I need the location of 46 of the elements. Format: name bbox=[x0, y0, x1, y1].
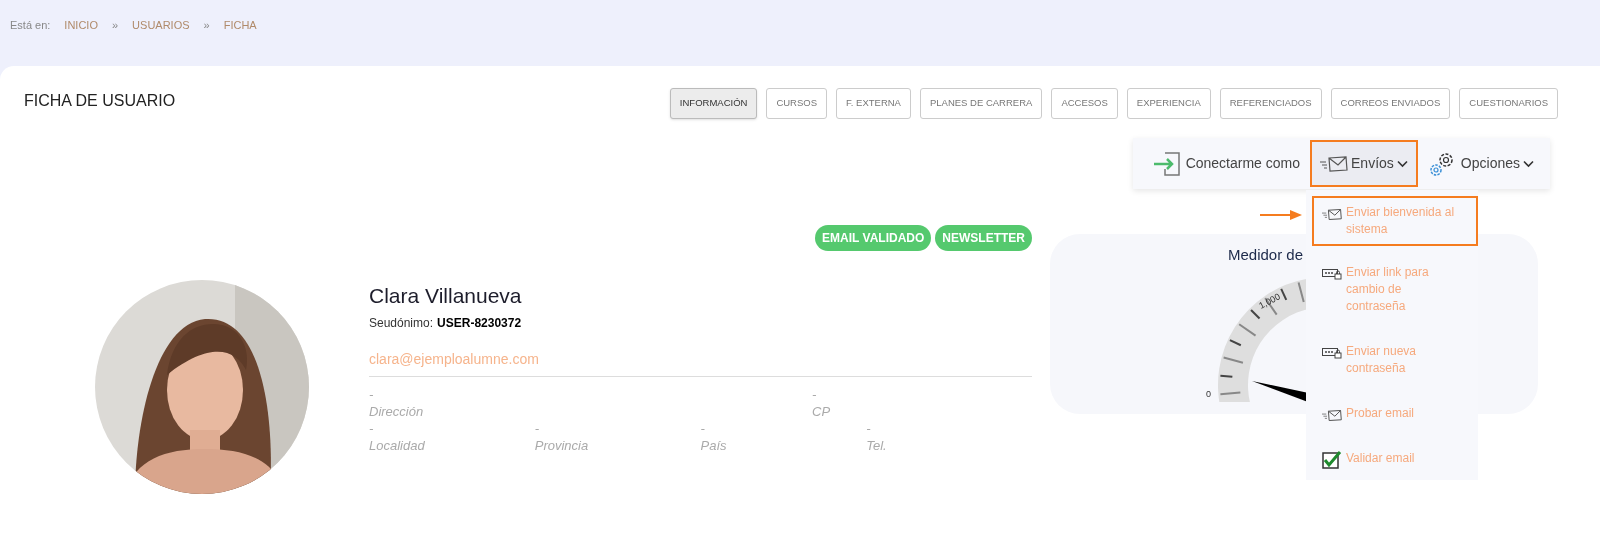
login-arrow-icon bbox=[1152, 150, 1183, 177]
breadcrumb-link[interactable]: USUARIOS bbox=[132, 17, 190, 34]
tab[interactable]: PLANES DE CARRERA bbox=[919, 88, 1043, 119]
field-value: - bbox=[812, 386, 818, 403]
action-button[interactable]: Conectarme como bbox=[1148, 140, 1305, 187]
breadcrumb-link[interactable]: INICIO bbox=[64, 17, 98, 34]
tab[interactable]: F. EXTERNA bbox=[836, 88, 911, 119]
envelope-icon bbox=[1322, 208, 1342, 221]
checkbox-check-icon bbox=[1322, 450, 1342, 470]
action-button[interactable]: Opciones bbox=[1423, 140, 1538, 187]
password-lock-icon bbox=[1322, 268, 1342, 280]
tab[interactable]: REFERENCIADOS bbox=[1219, 88, 1322, 119]
field-value: - bbox=[534, 420, 541, 437]
tab[interactable]: EXPERIENCIA bbox=[1126, 88, 1211, 119]
gauge-tick-label: 0 bbox=[1206, 388, 1211, 399]
tab[interactable]: CURSOS bbox=[766, 88, 828, 119]
action-button[interactable]: Envíos bbox=[1310, 140, 1418, 187]
breadcrumb-separator: » bbox=[112, 18, 119, 33]
tab[interactable]: INFORMACIÓN bbox=[669, 88, 758, 119]
status-badge: EMAIL VALIDADO bbox=[815, 225, 932, 251]
page-title: FICHA DE USUARIO bbox=[24, 91, 176, 111]
field-label: Dirección bbox=[369, 402, 425, 421]
breadcrumb-separator: » bbox=[203, 18, 210, 33]
tab[interactable]: CUESTIONARIOS bbox=[1459, 88, 1558, 119]
envelope-icon bbox=[1322, 409, 1342, 422]
password-lock-icon bbox=[1322, 347, 1342, 359]
status-badge: NEWSLETTER bbox=[935, 225, 1032, 251]
field-value: - bbox=[866, 420, 872, 437]
field-label: Tel. bbox=[866, 436, 888, 455]
meter-title: Medidor de bbox=[1227, 245, 1305, 265]
field-value: - bbox=[369, 420, 375, 437]
field-label: Provincia bbox=[534, 436, 590, 455]
field-label: Localidad bbox=[369, 436, 426, 455]
alias-label: Seudónimo: bbox=[369, 314, 434, 332]
annotation-arrow-icon bbox=[1260, 210, 1302, 220]
breadcrumb-link[interactable]: FICHA bbox=[223, 17, 257, 34]
breadcrumb-prefix: Está en: bbox=[10, 18, 51, 33]
tab[interactable]: ACCESOS bbox=[1051, 88, 1118, 119]
field-value: - bbox=[369, 386, 375, 403]
user-name: Clara Villanueva bbox=[369, 283, 523, 309]
field-label: País bbox=[700, 436, 728, 455]
tab[interactable]: CORREOS ENVIADOS bbox=[1330, 88, 1451, 119]
field-value: - bbox=[700, 420, 706, 437]
envelope-icon bbox=[1320, 154, 1349, 173]
field-label: CP bbox=[812, 402, 832, 421]
alias-value: USER-8230372 bbox=[437, 314, 522, 332]
